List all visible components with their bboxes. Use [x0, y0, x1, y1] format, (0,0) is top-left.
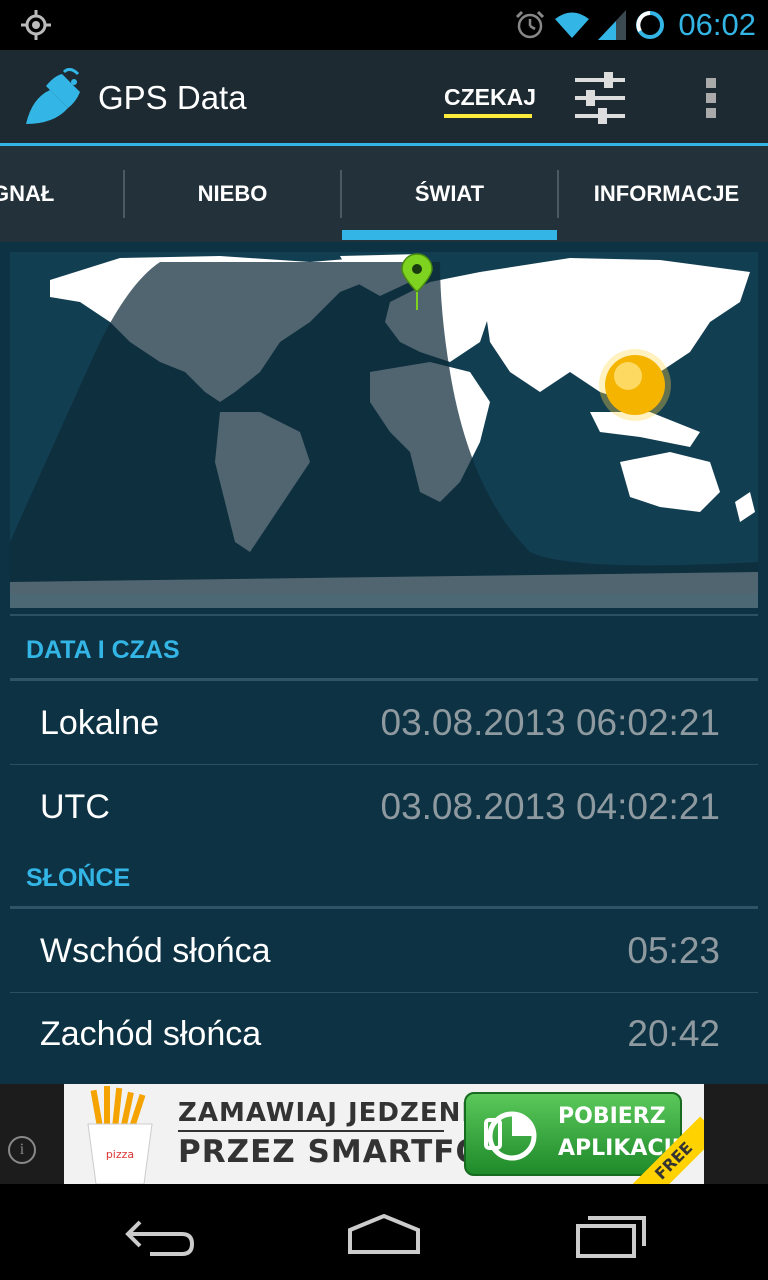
navigation-bar: [0, 1184, 768, 1280]
row-label-sunset: Zachód słońca: [40, 1015, 262, 1053]
row-label-utc: UTC: [40, 788, 110, 826]
tab-selected-indicator: [342, 230, 557, 240]
world-content: DATA I CZAS Lokalne 03.08.2013 06:02:21 …: [0, 242, 768, 1084]
alarm-icon: [516, 10, 545, 39]
tab-sky-label: NIEBO: [197, 181, 268, 206]
row-value-sunrise: 05:23: [627, 930, 720, 971]
row-value-local: 03.08.2013 06:02:21: [380, 702, 721, 743]
wifi-icon: [555, 12, 590, 38]
ad-banner[interactable]: pizza ZAMAWIAJ JEDZENIE PRZEZ SMARTFON! …: [64, 1084, 704, 1184]
wait-button[interactable]: CZEKAJ: [428, 72, 548, 124]
tab-info-label: INFORMACJE: [593, 181, 740, 206]
tab-world-label: ŚWIAT: [414, 181, 485, 206]
ad-info-icon[interactable]: i: [8, 1136, 36, 1164]
section-rule: [10, 678, 758, 681]
section-rule: [10, 906, 758, 909]
row-divider: [10, 992, 758, 993]
row-label-local: Lokalne: [40, 704, 160, 742]
world-map[interactable]: [10, 252, 758, 608]
ad-divider: [178, 1130, 444, 1132]
ad-area: i pizza ZAMAWIAJ JEDZENIE PRZEZ SMARTFON…: [0, 1084, 768, 1184]
recent-apps-icon[interactable]: [560, 1204, 660, 1264]
signal-icon: [598, 10, 627, 40]
svg-text:pizza: pizza: [106, 1148, 134, 1161]
tab-signal[interactable]: GNAŁ: [0, 146, 72, 242]
row-label-sunrise: Wschód słońca: [40, 932, 271, 970]
fries-icon: pizza: [87, 1086, 153, 1184]
action-bar: GPS Data CZEKAJ: [0, 50, 768, 144]
tab-bar: GNAŁ NIEBO ŚWIAT INFORMACJE: [0, 146, 768, 242]
row-value-utc: 03.08.2013 04:02:21: [380, 786, 721, 827]
home-icon[interactable]: [334, 1204, 434, 1264]
settings-sliders-icon[interactable]: [570, 70, 630, 126]
tab-world[interactable]: ŚWIAT: [342, 146, 557, 242]
wait-label: CZEKAJ: [444, 84, 537, 110]
gps-icon: [21, 10, 51, 40]
sun-icon: [599, 349, 671, 421]
status-bar: 06:02: [0, 0, 768, 50]
tab-sky[interactable]: NIEBO: [125, 146, 340, 242]
app-logo-icon[interactable]: [24, 68, 88, 128]
wait-underline: [444, 114, 532, 118]
back-icon[interactable]: [110, 1204, 210, 1264]
battery-icon: [636, 11, 665, 39]
row-divider: [10, 764, 758, 765]
row-value-sunset: 20:42: [627, 1013, 720, 1054]
overflow-menu-icon[interactable]: [690, 72, 734, 124]
map-divider: [10, 614, 758, 616]
section-header-sun: SŁOŃCE: [26, 864, 131, 892]
ad-cta-line-1: POBIERZ: [558, 1104, 666, 1129]
tab-signal-label: GNAŁ: [0, 181, 55, 206]
ad-headline-1: ZAMAWIAJ JEDZENIE: [178, 1098, 491, 1128]
app-title: GPS Data: [98, 79, 247, 116]
phone-pie-icon: [484, 1111, 537, 1161]
section-header-datetime: DATA I CZAS: [26, 636, 180, 664]
tab-info[interactable]: INFORMACJE: [559, 146, 768, 242]
ad-download-button[interactable]: POBIERZ APLIKACJĘ: [464, 1092, 687, 1176]
status-clock: 06:02: [678, 7, 756, 42]
